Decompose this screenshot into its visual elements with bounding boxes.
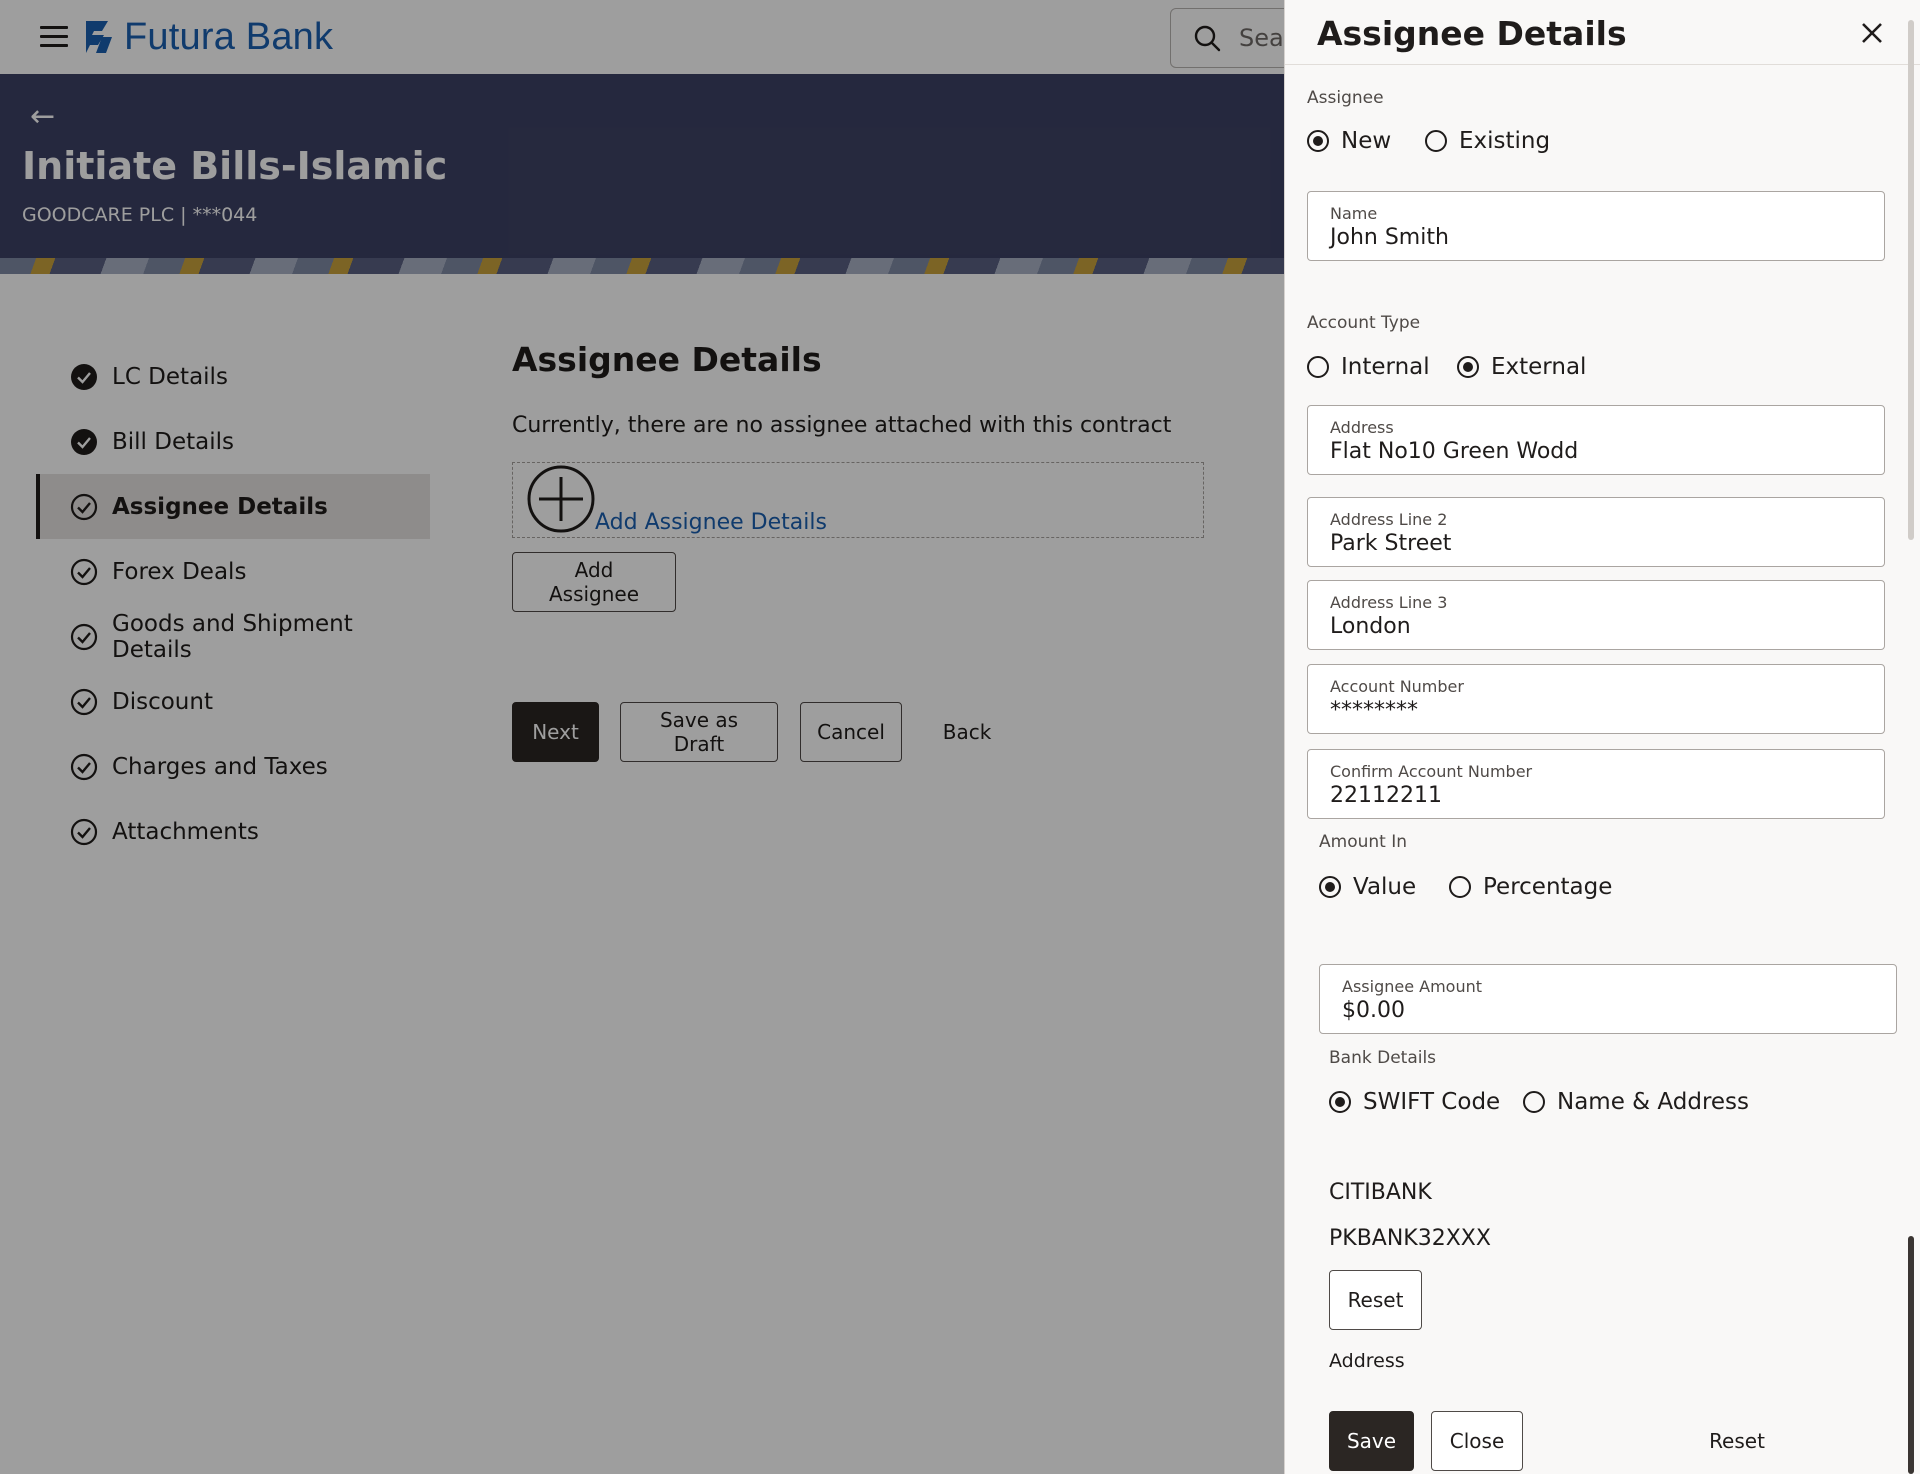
close-button[interactable]: Close: [1431, 1411, 1523, 1471]
field-value: ********: [1330, 698, 1418, 723]
radio-amount-percentage[interactable]: Percentage: [1449, 874, 1612, 900]
field-value: Park Street: [1330, 531, 1452, 556]
radio-selected-icon: [1457, 356, 1479, 378]
radio-account-external[interactable]: External: [1457, 354, 1586, 380]
radio-label: Internal: [1341, 354, 1430, 380]
address-section-label: Address: [1329, 1350, 1405, 1372]
bank-name-value: CITIBANK: [1329, 1180, 1432, 1205]
radio-assignee-existing[interactable]: Existing: [1425, 128, 1550, 154]
assignee-amount-field[interactable]: Assignee Amount $0.00: [1319, 964, 1897, 1034]
radio-label: SWIFT Code: [1363, 1089, 1501, 1115]
assignee-details-drawer: Assignee Details Assignee New Existing N…: [1284, 0, 1920, 1474]
swift-reset-button[interactable]: Reset: [1329, 1270, 1422, 1330]
radio-label: Existing: [1459, 128, 1551, 154]
radio-label: Name & Address: [1557, 1089, 1750, 1115]
name-field[interactable]: Name John Smith: [1307, 191, 1885, 261]
field-label: Account Number: [1330, 677, 1464, 696]
radio-unselected-icon: [1307, 356, 1329, 378]
drawer-title: Assignee Details: [1317, 14, 1627, 53]
amount-in-label: Amount In: [1319, 832, 1407, 852]
radio-assignee-new[interactable]: New: [1307, 128, 1391, 154]
radio-amount-value[interactable]: Value: [1319, 874, 1416, 900]
radio-selected-icon: [1319, 876, 1341, 898]
field-value: 22112211: [1330, 783, 1442, 808]
drawer-scrollbar-thumb[interactable]: [1908, 1236, 1914, 1474]
account-type-label: Account Type: [1307, 313, 1421, 333]
bank-details-label: Bank Details: [1329, 1048, 1437, 1068]
field-value: London: [1330, 614, 1411, 639]
radio-label: Percentage: [1483, 874, 1613, 900]
field-label: Assignee Amount: [1342, 977, 1483, 996]
footer-reset-button[interactable]: Reset: [1689, 1411, 1785, 1471]
field-label: Address: [1330, 418, 1394, 437]
radio-bank-name-address[interactable]: Name & Address: [1523, 1089, 1749, 1115]
radio-selected-icon: [1329, 1091, 1351, 1113]
modal-backdrop[interactable]: [0, 0, 1284, 1474]
account-number-field[interactable]: Account Number ********: [1307, 664, 1885, 734]
address-line-3-field[interactable]: Address Line 3 London: [1307, 580, 1885, 650]
drawer-scrollbar-track[interactable]: [1908, 20, 1914, 540]
radio-label: Value: [1353, 874, 1417, 900]
confirm-account-number-field[interactable]: Confirm Account Number 22112211: [1307, 749, 1885, 819]
radio-unselected-icon: [1449, 876, 1471, 898]
radio-selected-icon: [1307, 130, 1329, 152]
drawer-divider: [1285, 64, 1920, 65]
radio-label: External: [1491, 354, 1587, 380]
radio-label: New: [1341, 128, 1392, 154]
address-field[interactable]: Address Flat No10 Green Wodd: [1307, 405, 1885, 475]
radio-account-internal[interactable]: Internal: [1307, 354, 1430, 380]
radio-unselected-icon: [1523, 1091, 1545, 1113]
field-label: Address Line 2: [1330, 510, 1448, 529]
radio-unselected-icon: [1425, 130, 1447, 152]
field-label: Confirm Account Number: [1330, 762, 1533, 781]
radio-bank-swift[interactable]: SWIFT Code: [1329, 1089, 1500, 1115]
save-button[interactable]: Save: [1329, 1411, 1414, 1471]
field-label: Name: [1330, 204, 1378, 223]
address-line-2-field[interactable]: Address Line 2 Park Street: [1307, 497, 1885, 567]
field-label: Address Line 3: [1330, 593, 1448, 612]
field-value: Flat No10 Green Wodd: [1330, 439, 1579, 464]
swift-code-value: PKBANK32XXX: [1329, 1226, 1491, 1251]
field-value: $0.00: [1342, 998, 1405, 1023]
assignee-label: Assignee: [1307, 88, 1384, 108]
close-icon[interactable]: [1857, 18, 1887, 48]
field-value: John Smith: [1330, 225, 1449, 250]
